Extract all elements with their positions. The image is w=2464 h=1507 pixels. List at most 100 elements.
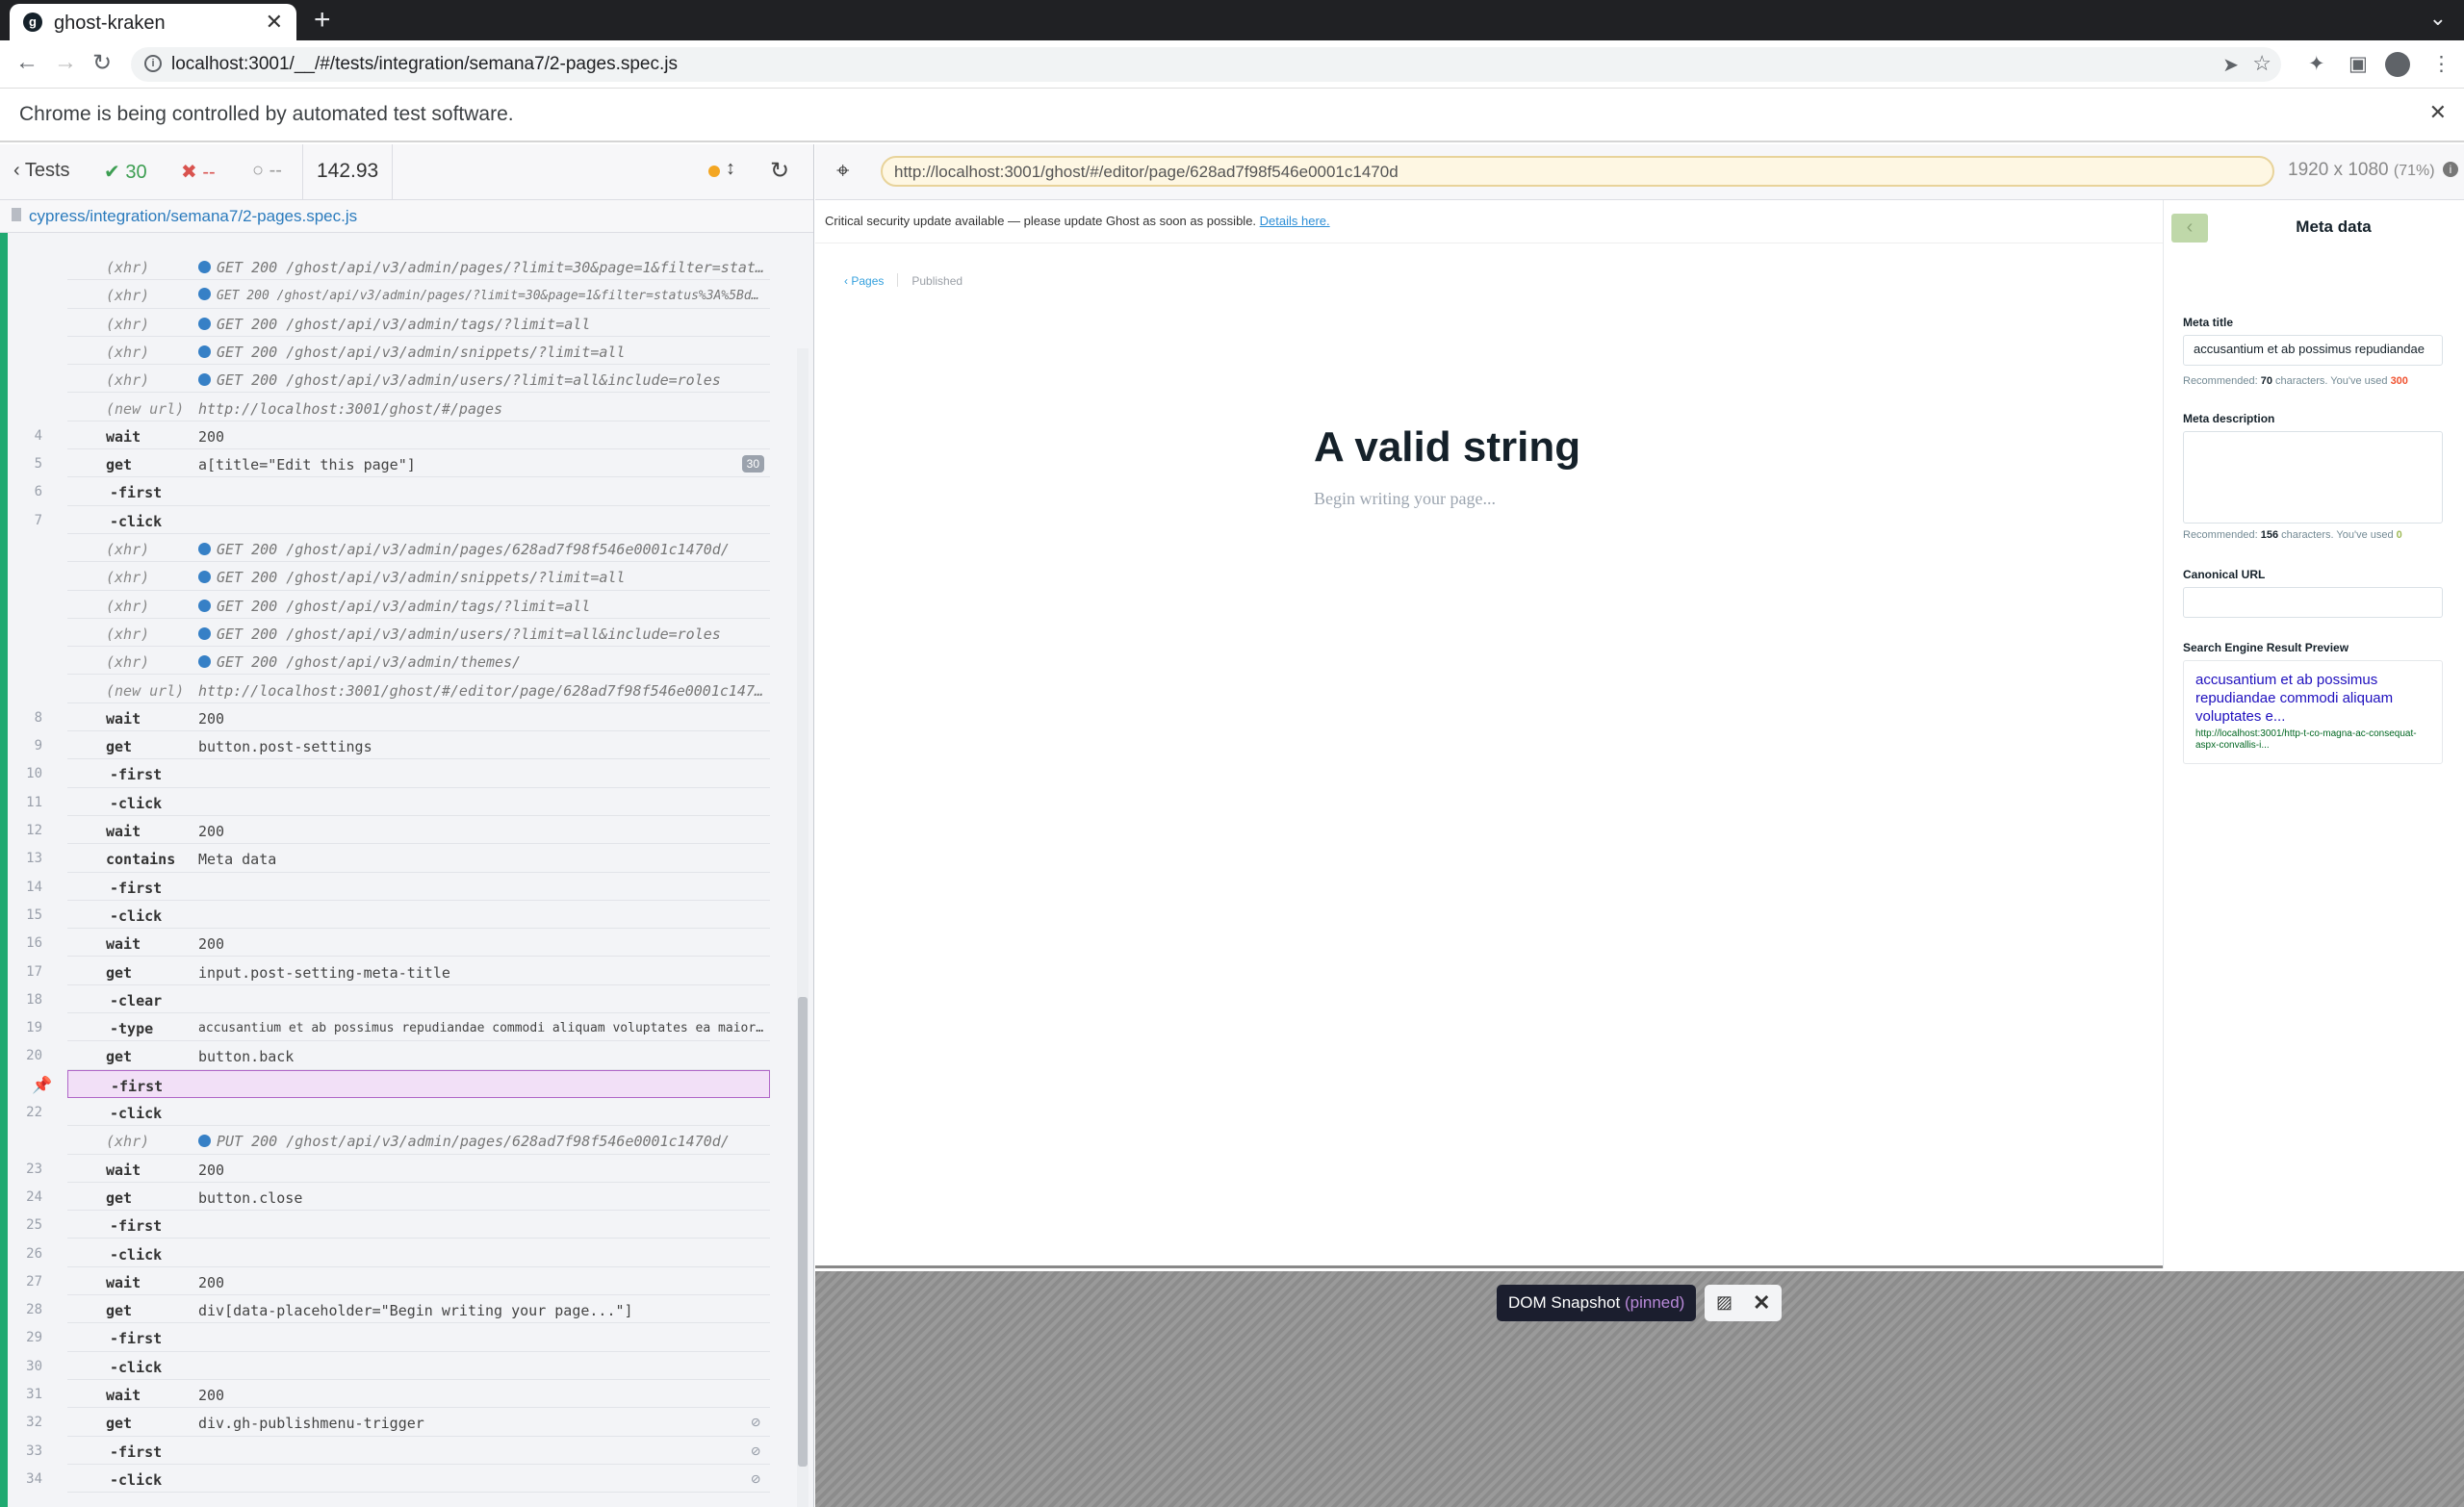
details-link[interactable]: Details here. bbox=[1260, 214, 1330, 228]
command-row[interactable]: 28 get div[data-placeholder="Begin writing… bbox=[26, 1295, 770, 1324]
page-title[interactable]: A valid string bbox=[1314, 423, 1580, 472]
pages-link[interactable]: ‹ Pages bbox=[844, 274, 884, 288]
command-row[interactable]: 31 wait 200 bbox=[26, 1380, 770, 1409]
command-row[interactable]: (xhr) GET 200 /ghost/api/v3/admin/snippet… bbox=[67, 337, 770, 366]
command-row[interactable]: 12 wait 200 bbox=[26, 816, 770, 845]
command-row[interactable]: 32 get div.gh-publishmenu-trigger ⊘ bbox=[26, 1408, 770, 1437]
command-row[interactable]: 5 get a[title="Edit this page"] 30 bbox=[35, 449, 770, 478]
reporter-scroll-thumb[interactable] bbox=[798, 997, 808, 1467]
command-number: 27 bbox=[26, 1273, 42, 1290]
command-number: 19 bbox=[26, 1020, 42, 1036]
command-number: 14 bbox=[26, 879, 42, 895]
extensions-icon[interactable]: ✦ bbox=[2308, 52, 2325, 76]
reload-icon[interactable]: ↻ bbox=[92, 49, 112, 77]
side-panel-icon[interactable]: ▣ bbox=[2348, 52, 2368, 76]
command-message-text: 200 bbox=[198, 1387, 225, 1404]
command-name: (xhr) bbox=[106, 541, 150, 558]
command-number: 13 bbox=[26, 851, 42, 867]
command-row[interactable]: 24 get button.close bbox=[26, 1183, 770, 1212]
pin-icon: 📌 bbox=[32, 1075, 53, 1095]
rerun-icon[interactable]: ↻ bbox=[770, 157, 789, 185]
xhr-status-dot-icon bbox=[198, 543, 211, 555]
meta-title-input[interactable]: accusantium et ab possimus repudiandae bbox=[2183, 335, 2443, 366]
menu-kebab-icon[interactable]: ⋮ bbox=[2431, 52, 2451, 76]
command-name: (xhr) bbox=[106, 343, 150, 361]
command-row[interactable]: (xhr) GET 200 /ghost/api/v3/admin/users/?… bbox=[67, 619, 770, 648]
passed-count: ✔ 30 bbox=[104, 162, 147, 183]
command-number: 28 bbox=[26, 1302, 42, 1318]
command-row[interactable]: 18 -clear bbox=[26, 985, 770, 1014]
command-row[interactable]: 6 -first bbox=[35, 477, 770, 506]
command-row[interactable]: 4 wait 200 bbox=[35, 421, 770, 450]
command-row[interactable]: (xhr) GET 200 /ghost/api/v3/admin/pages/?… bbox=[67, 252, 770, 281]
command-row[interactable]: 17 get input.post-setting-meta-title bbox=[26, 958, 770, 985]
new-tab-button[interactable]: + bbox=[314, 4, 331, 37]
address-url[interactable]: localhost:3001/__/#/tests/integration/se… bbox=[171, 54, 678, 75]
back-icon[interactable]: ← bbox=[15, 49, 38, 76]
close-infobar-icon[interactable]: ✕ bbox=[2429, 100, 2447, 125]
command-row[interactable]: 22 -click bbox=[26, 1098, 770, 1127]
command-row[interactable]: 16 wait 200 bbox=[26, 929, 770, 958]
command-row[interactable]: 29 -first bbox=[26, 1323, 770, 1352]
meta-description-textarea[interactable] bbox=[2183, 431, 2443, 524]
auto-scroll-icon[interactable]: ↕ bbox=[726, 158, 735, 180]
highlight-toggle-icon[interactable]: ▨ bbox=[1716, 1292, 1732, 1313]
command-row[interactable]: (xhr) GET 200 /ghost/api/v3/admin/themes/ bbox=[67, 647, 770, 676]
command-row[interactable]: 33 -first ⊘ bbox=[26, 1437, 770, 1465]
command-row[interactable]: (xhr) GET 200 /ghost/api/v3/admin/users/?… bbox=[67, 365, 770, 394]
command-row[interactable]: 9 get button.post-settings bbox=[35, 731, 770, 760]
command-row[interactable]: 13 contains Meta data bbox=[26, 844, 770, 873]
profile-avatar-icon[interactable] bbox=[2385, 52, 2410, 77]
canonical-url-input[interactable] bbox=[2183, 587, 2443, 618]
tab-search-chevron-icon[interactable]: ⌄ bbox=[2429, 6, 2447, 31]
selector-playground-icon[interactable]: ⌖ bbox=[836, 158, 850, 185]
editor-placeholder[interactable]: Begin writing your page... bbox=[1314, 489, 1496, 509]
command-row[interactable]: 34 -click ⊘ bbox=[26, 1465, 770, 1494]
command-row[interactable]: 20 get button.back bbox=[26, 1041, 770, 1070]
bookmark-star-icon[interactable]: ☆ bbox=[2252, 51, 2272, 76]
command-row[interactable]: 25 -first bbox=[26, 1211, 770, 1239]
forward-icon[interactable]: → bbox=[54, 49, 77, 76]
site-info-icon[interactable]: i bbox=[144, 55, 162, 72]
command-row[interactable]: (xhr) PUT 200 /ghost/api/v3/admin/pages/6… bbox=[67, 1126, 770, 1155]
security-banner: Critical security update available — ple… bbox=[825, 214, 1330, 228]
command-name: (new url) bbox=[106, 399, 185, 418]
command-row[interactable]: 10 -first bbox=[26, 759, 770, 788]
command-row[interactable]: (new url) http://localhost:3001/ghost/#/p… bbox=[67, 394, 770, 421]
test-status-bar bbox=[0, 233, 8, 1507]
spec-file-link[interactable]: cypress/integration/semana7/2-pages.spec… bbox=[29, 207, 357, 226]
address-bar[interactable]: i localhost:3001/__/#/tests/integration/… bbox=[131, 47, 2281, 82]
command-row[interactable]: 11 -click bbox=[26, 788, 770, 816]
command-row[interactable]: (xhr) GET 200 /ghost/api/v3/admin/pages/?… bbox=[67, 280, 770, 309]
command-row[interactable]: 7 -click bbox=[35, 506, 770, 534]
command-row[interactable]: 19 -type accusantium et ab possimus repudi… bbox=[26, 1013, 770, 1042]
browser-tab[interactable]: g ghost-kraken ✕ bbox=[10, 4, 296, 40]
meta-header: Meta data bbox=[2296, 217, 2372, 236]
command-row[interactable]: (xhr) GET 200 /ghost/api/v3/admin/snippet… bbox=[67, 562, 770, 591]
command-row[interactable]: 15 -click bbox=[26, 901, 770, 930]
command-name: (xhr) bbox=[106, 371, 150, 390]
command-row[interactable]: (xhr) GET 200 /ghost/api/v3/admin/tags/?l… bbox=[67, 591, 770, 619]
command-name: get bbox=[106, 1302, 133, 1320]
reporter-header: ‹ Tests ✔ 30 ✖ -- ○ -- 142.93 ↕ ↻ bbox=[0, 144, 813, 200]
command-number: 12 bbox=[26, 823, 42, 838]
command-row[interactable]: 30 -click bbox=[26, 1352, 770, 1380]
command-message: http://localhost:3001/ghost/#/editor/pag… bbox=[198, 682, 766, 700]
command-row[interactable]: (xhr) GET 200 /ghost/api/v3/admin/pages/6… bbox=[67, 534, 770, 563]
command-name: (new url) bbox=[106, 681, 185, 700]
command-name: get bbox=[106, 1188, 133, 1207]
viewport-info-icon[interactable]: i bbox=[2443, 162, 2458, 177]
close-tab-icon[interactable]: ✕ bbox=[266, 10, 283, 35]
command-row[interactable]: (xhr) GET 200 /ghost/api/v3/admin/tags/?l… bbox=[67, 309, 770, 337]
command-row[interactable]: 14 -first bbox=[26, 873, 770, 901]
send-icon[interactable]: ➤ bbox=[2222, 53, 2239, 77]
command-row[interactable]: (new url) http://localhost:3001/ghost/#/e… bbox=[67, 676, 770, 703]
command-row[interactable]: 8 wait 200 bbox=[35, 703, 770, 732]
command-row[interactable]: 26 -click bbox=[26, 1239, 770, 1267]
command-message-text: button.back bbox=[198, 1048, 295, 1066]
command-row[interactable]: 27 wait 200 bbox=[26, 1267, 770, 1296]
unpin-close-icon[interactable]: ✕ bbox=[1753, 1290, 1770, 1315]
command-row[interactable]: 📌 -first bbox=[32, 1069, 770, 1098]
tests-back-button[interactable]: ‹ Tests bbox=[13, 160, 70, 182]
command-row[interactable]: 23 wait 200 bbox=[26, 1155, 770, 1183]
